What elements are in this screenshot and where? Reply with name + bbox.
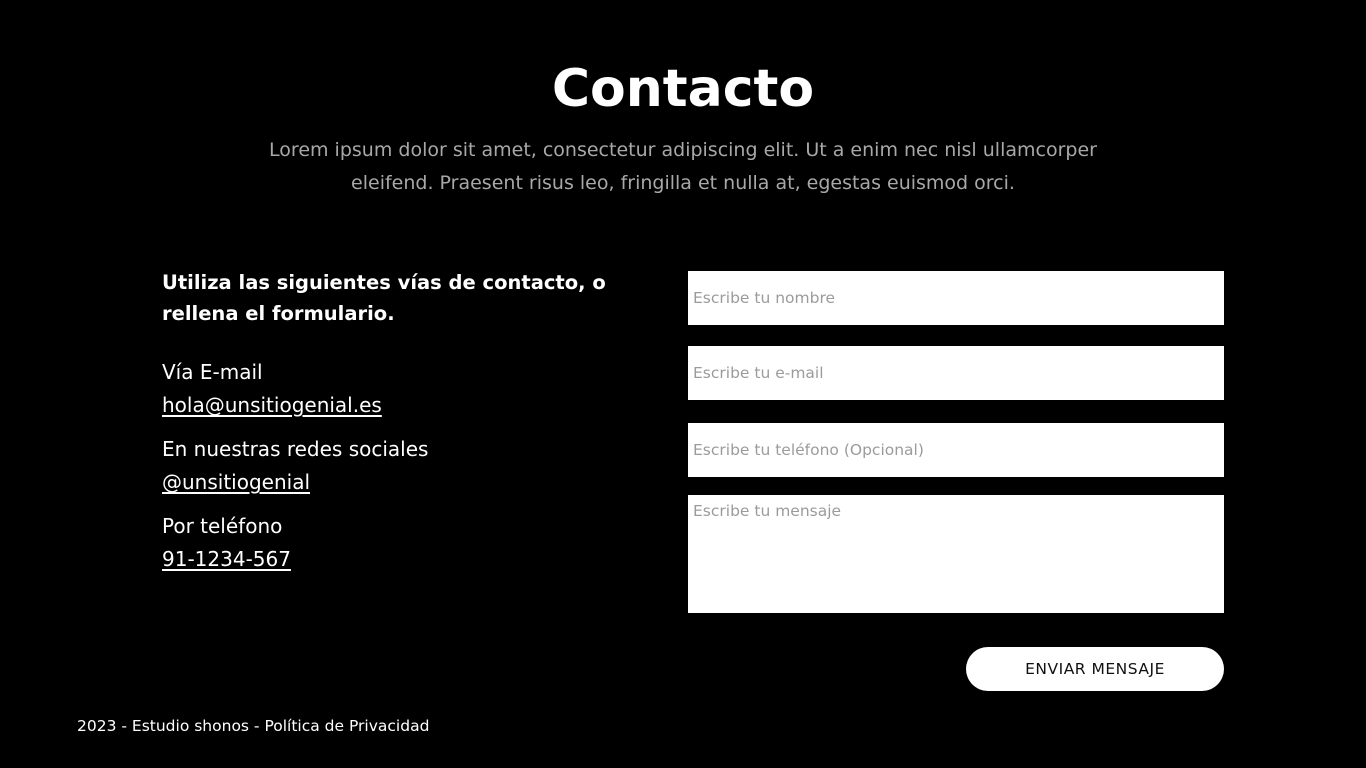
footer: 2023 - Estudio shonos - Política de Priv…: [77, 714, 429, 738]
contact-channel-social: En nuestras redes sociales @unsitiogenia…: [162, 433, 632, 499]
phone-link[interactable]: 91-1234-567: [162, 543, 291, 576]
email-input[interactable]: [688, 346, 1224, 400]
contact-channel-email: Vía E-mail hola@unsitiogenial.es: [162, 356, 632, 422]
contact-intro: Utiliza las siguientes vías de contacto,…: [162, 271, 606, 325]
message-textarea[interactable]: [688, 495, 1224, 613]
email-channel-label: Vía E-mail: [162, 360, 263, 384]
footer-separator: -: [249, 717, 265, 735]
phone-channel-label: Por teléfono: [162, 514, 283, 538]
name-input[interactable]: [688, 271, 1224, 325]
contact-channel-phone: Por teléfono 91-1234-567: [162, 510, 632, 576]
social-handle-link[interactable]: @unsitiogenial: [162, 466, 310, 499]
footer-year: 2023: [77, 717, 117, 735]
privacy-policy-link[interactable]: Política de Privacidad: [264, 717, 429, 735]
social-channel-label: En nuestras redes sociales: [162, 437, 429, 461]
page-subtitle: Lorem ipsum dolor sit amet, consectetur …: [269, 139, 1097, 194]
phone-input[interactable]: [688, 423, 1224, 477]
footer-studio-link[interactable]: Estudio shonos: [132, 717, 249, 735]
email-link[interactable]: hola@unsitiogenial.es: [162, 389, 382, 422]
page-title: Contacto: [551, 59, 815, 119]
footer-separator: -: [116, 717, 132, 735]
send-message-button[interactable]: ENVIAR MENSAJE: [966, 647, 1224, 691]
